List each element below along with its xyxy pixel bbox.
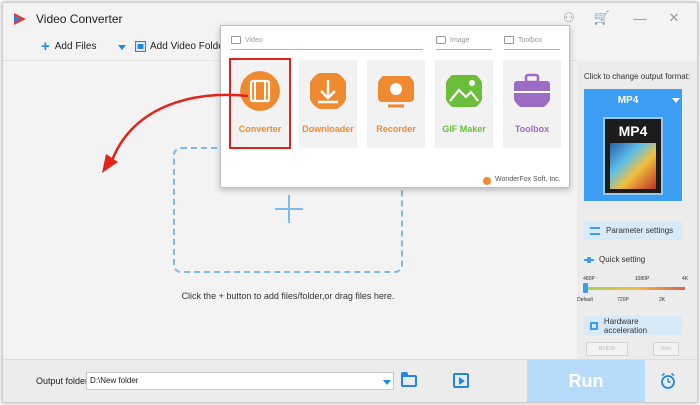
run-button[interactable]: Run: [527, 360, 645, 402]
mp4-thumbnail-art: [610, 143, 656, 189]
recorder-tool[interactable]: Recorder: [367, 60, 425, 148]
category-image: Image: [436, 36, 469, 44]
tick-480p: 480P: [583, 276, 595, 282]
video-folder-icon: [135, 41, 146, 52]
output-panel: Click to change output format: MP4 MP4 P…: [577, 61, 697, 359]
nvidia-chip: NVIDIA: [586, 342, 628, 356]
intel-chip: Intel: [653, 342, 679, 356]
app-logo-icon: [14, 13, 26, 25]
add-plus-icon-vertical[interactable]: [288, 195, 290, 223]
category-toolbox-label: Toolbox: [518, 36, 543, 44]
parameter-settings-label: Parameter settings: [606, 226, 674, 235]
toolbox-category-icon: [504, 36, 514, 44]
output-folder-input[interactable]: D:\New folder: [86, 372, 394, 390]
divider: [436, 49, 492, 50]
download-icon: [310, 73, 346, 109]
quick-setting-label: Quick setting: [599, 255, 646, 264]
output-folder-label: Output folder:: [36, 376, 91, 386]
screen-recorder-icon: [378, 76, 414, 108]
category-video-label: Video: [245, 36, 263, 44]
category-video: Video: [231, 36, 263, 44]
app-title: Video Converter: [36, 12, 123, 26]
toolbox-label: Toolbox: [514, 124, 550, 134]
recorder-label: Recorder: [376, 124, 416, 134]
quality-slider-handle[interactable]: [583, 283, 588, 293]
mp4-thumbnail-label: MP4: [618, 123, 648, 139]
checkbox-icon: [590, 321, 598, 330]
image-icon: [446, 75, 482, 107]
downloader-label: Downloader: [302, 124, 354, 134]
quick-setting-icon: [584, 256, 594, 263]
minimize-button[interactable]: —: [629, 9, 651, 27]
toolbox-tool[interactable]: Toolbox: [503, 60, 561, 148]
settings-sliders-icon: [590, 226, 600, 235]
drop-hint: Click the + button to add files/folder,o…: [181, 291, 395, 301]
hardware-acceleration-toggle[interactable]: Hardware acceleration: [584, 316, 682, 335]
change-format-label: Click to change output format:: [583, 72, 691, 81]
plus-icon: +: [41, 37, 50, 55]
media-player-icon[interactable]: [453, 373, 469, 388]
category-image-label: Image: [450, 36, 470, 44]
company-footer: WonderFox Soft, Inc.: [495, 176, 561, 183]
output-format-selector[interactable]: MP4 MP4: [584, 89, 682, 201]
hardware-acceleration-label: Hardware acceleration: [603, 316, 648, 335]
gif-maker-label: GIF Maker: [442, 124, 486, 134]
add-video-folder-button[interactable]: Add Video Folder: [135, 41, 227, 52]
tick-1080p: 1080P: [634, 276, 650, 282]
tick-default: Default: [577, 297, 593, 303]
video-category-icon: [231, 36, 241, 44]
downloader-tool[interactable]: Downloader: [299, 60, 357, 148]
quality-slider-track[interactable]: [585, 287, 685, 290]
alarm-clock-icon[interactable]: [659, 372, 677, 390]
red-annotation-arrow: [102, 93, 249, 173]
toolbox-icon: [514, 73, 550, 107]
add-files-button[interactable]: + Add Files: [41, 37, 97, 55]
tick-720p: 720P: [617, 297, 629, 303]
close-button[interactable]: ✕: [663, 9, 685, 27]
tick-2k: 2K: [658, 297, 666, 303]
mp4-format-thumbnail: MP4: [603, 117, 663, 195]
app-window: Video Converter ⚇ 🛒 — ✕ + Add Files Add …: [2, 2, 698, 403]
add-video-folder-label: Add Video Folder: [150, 41, 228, 52]
cart-icon[interactable]: 🛒: [591, 9, 613, 27]
divider: [231, 49, 423, 50]
image-category-icon: [436, 36, 446, 44]
wonderfox-logo: [483, 177, 491, 185]
open-folder-icon[interactable]: [401, 372, 417, 387]
add-files-label: Add Files: [54, 41, 97, 52]
divider: [504, 49, 560, 50]
chevron-down-icon: [672, 98, 680, 103]
quick-setting: Quick setting: [584, 255, 645, 264]
category-toolbox: Toolbox: [504, 36, 542, 44]
format-name: MP4: [617, 95, 639, 106]
bottom-bar: Output folder: D:\New folder Run: [3, 359, 697, 402]
add-files-dropdown-icon[interactable]: [118, 45, 126, 50]
gif-maker-tool[interactable]: GIF Maker: [435, 60, 493, 148]
tick-4k: 4K: [681, 276, 689, 282]
parameter-settings-button[interactable]: Parameter settings: [584, 221, 682, 240]
output-folder-dropdown-icon[interactable]: [383, 380, 391, 385]
